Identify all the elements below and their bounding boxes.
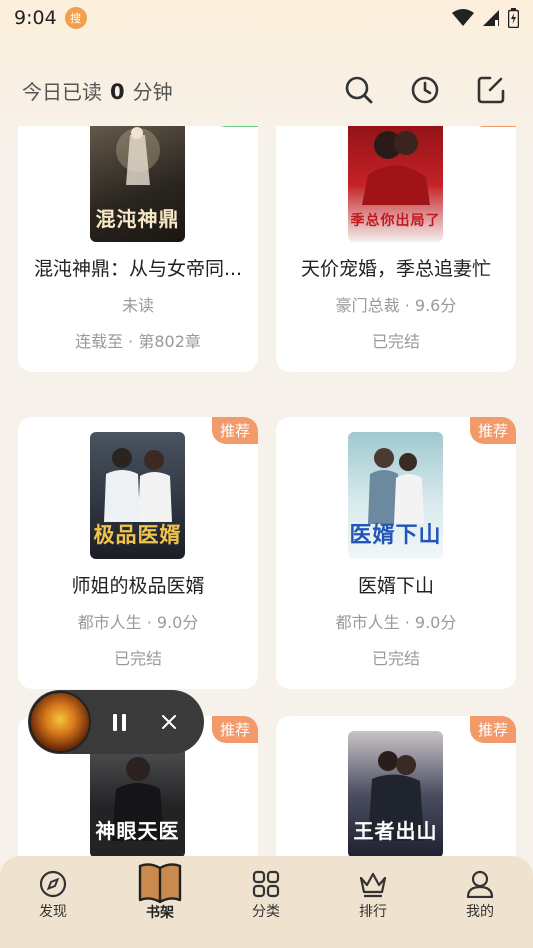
book-meta: 都市人生 · 9.0分 [77,613,199,632]
edit-icon[interactable] [477,76,505,104]
read-minutes: 0 [110,79,125,104]
app-notification-icon: 搜 [64,7,87,29]
header: 今日已读 0 分钟 [0,66,533,114]
cover-title: 王者出山 [353,819,438,843]
book-meta: 都市人生 · 9.0分 [335,613,457,632]
recommend-tag: 推荐 [212,716,258,743]
book-card[interactable]: 推荐 王者出山 [276,716,516,866]
book-title: 医婿下山 [357,575,434,597]
book-meta: 豪门总裁 · 9.6分 [335,296,457,315]
cover-title: 季总你出局了 [350,213,441,229]
book-cover: 极品医婿 [90,432,185,559]
wifi-icon [452,9,474,26]
close-icon[interactable] [162,715,176,729]
nav-label: 我的 [466,904,494,920]
book-cover: 医婿下山 [348,432,443,559]
compass-icon [39,870,67,898]
user-icon [466,870,494,898]
book-status: 已完结 [371,332,420,351]
floating-audio-player[interactable] [28,690,204,754]
book-status: 连载至 · 第802章 [75,332,201,351]
book-cover: 混沌神鼎 [90,126,185,242]
player-cover-thumbnail[interactable] [29,691,91,753]
nav-bookshelf[interactable]: 书架 [115,856,205,948]
search-icon[interactable] [345,76,373,104]
pause-icon[interactable] [113,713,126,731]
book-status: 已完结 [113,649,162,668]
cover-title: 混沌神鼎 [95,207,180,231]
recommend-tag: 推荐 [470,716,516,743]
nav-category[interactable]: 分类 [221,856,311,948]
book-icon [138,863,182,904]
status-bar: 9:04 搜 [0,0,533,36]
nav-ranking[interactable]: 排行 [328,856,418,948]
book-card[interactable]: 推荐 极品医婿 师姐的极品医婿 都市人生 · 9.0分 已完结 [18,417,258,689]
book-status: 已完结 [371,649,420,668]
nav-label: 发现 [39,904,67,920]
book-card[interactable]: 推荐 医婿下山 医婿下山 都市人生 · 9.0分 已完结 [276,417,516,689]
read-suffix: 分钟 [132,79,173,104]
book-card[interactable]: 推荐 季总你出局了 天价宠婚，季总追妻忙 豪门总裁 · 9.6分 已完结 [276,126,516,372]
recommend-tag: 推荐 [212,417,258,444]
bottom-navigation: 发现 书架 分类 排行 我的 [0,856,533,948]
today-read-time: 今日已读 0 分钟 [22,76,173,105]
nav-label: 排行 [359,904,387,920]
nav-label: 分类 [252,904,280,920]
status-time: 9:04 [14,7,57,29]
bookshelf-grid: 连载 混沌神鼎 混沌神鼎：从与女帝同... 未读 连载至 · 第802章 推荐 … [0,126,533,866]
grid-icon [252,870,280,898]
crown-icon [359,872,387,898]
cover-title: 神眼天医 [95,819,180,843]
book-title: 混沌神鼎：从与女帝同... [33,258,243,280]
book-title: 师姐的极品医婿 [71,575,205,597]
book-cover: 王者出山 [348,731,443,858]
cover-title: 医婿下山 [349,522,442,548]
read-prefix: 今日已读 [22,79,102,104]
battery-icon [508,8,519,28]
status-icons [452,8,519,28]
book-title: 天价宠婚，季总追妻忙 [300,258,491,280]
history-clock-icon[interactable] [411,76,439,104]
nav-label: 书架 [146,905,174,921]
serial-tag: 连载 [212,126,258,127]
signal-icon [483,10,499,26]
recommend-tag: 推荐 [470,417,516,444]
nav-discover[interactable]: 发现 [8,856,98,948]
book-cover: 季总你出局了 [348,126,443,242]
header-actions [345,76,505,104]
book-meta: 未读 [121,296,154,315]
nav-profile[interactable]: 我的 [435,856,525,948]
book-card[interactable]: 连载 混沌神鼎 混沌神鼎：从与女帝同... 未读 连载至 · 第802章 [18,126,258,372]
cover-title: 极品医婿 [93,522,182,547]
recommend-tag: 推荐 [470,126,516,127]
